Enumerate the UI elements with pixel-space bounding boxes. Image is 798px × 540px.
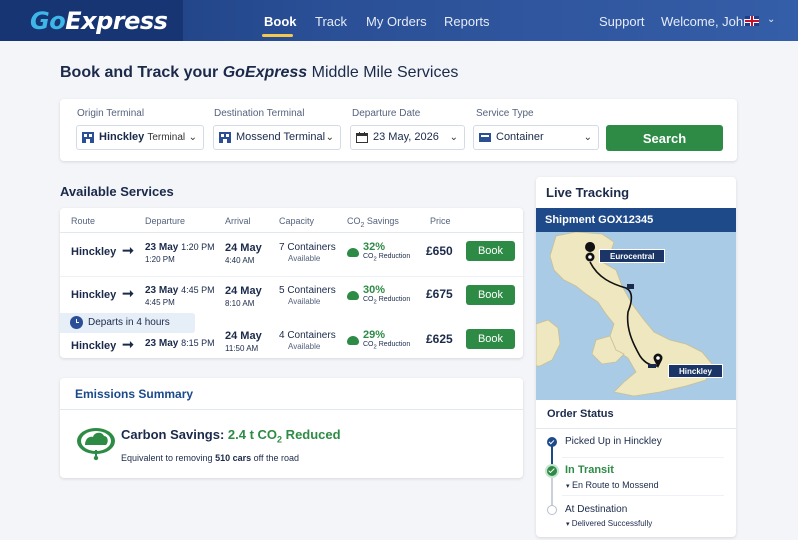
table-header: Route Departure Arrival Capacity CO2 Sav…	[60, 208, 523, 233]
building-icon	[82, 132, 94, 143]
map-label-destination: Hinckley	[668, 364, 723, 378]
row3-capacity: 4 Containers Available	[279, 330, 336, 351]
service-label: Service Type	[476, 108, 534, 119]
row2-departure: 23 May 4:45 PM 4:45 PM	[145, 285, 215, 307]
caret-down-icon: ▾	[566, 483, 570, 490]
row2-arrival: 24 May 8:10 AM	[225, 285, 262, 308]
col-co2-savings: CO2 Savings	[347, 216, 399, 229]
row1-co2: 32% CO2 Reduction	[347, 241, 410, 262]
arrow-right-icon: ➞	[118, 242, 134, 258]
order-status-title: Order Status	[547, 408, 614, 420]
col-departure: Departure	[145, 216, 186, 226]
brand-area: GoExpress	[0, 0, 183, 41]
col-capacity: Capacity	[279, 216, 315, 226]
user-menu-welcome[interactable]: Welcome, John	[661, 14, 750, 29]
row3-route: Hinckley ➞	[71, 336, 134, 352]
divider	[562, 457, 724, 458]
divider	[562, 495, 724, 496]
chevron-down-icon: ⌄	[583, 132, 592, 143]
row2-route: Hinckley ➞	[71, 285, 134, 301]
chevron-down-icon: ⌄	[449, 132, 458, 143]
departs-soon-badge: Departs in 4 hours	[60, 313, 195, 333]
carbon-savings-value: Carbon Savings: 2.4 t CO2 Reduced	[121, 427, 341, 445]
origin-label: Origin Terminal	[77, 108, 145, 119]
status-step-at-destination-detail: ▾ Delivered Successfully	[566, 519, 653, 528]
green-cloud-icon	[77, 428, 115, 461]
route-map[interactable]: Eurocentral Hinckley	[536, 232, 736, 400]
available-services-title: Available Services	[60, 184, 174, 199]
nav-active-indicator	[262, 34, 293, 37]
services-table: Route Departure Arrival Capacity CO2 Sav…	[60, 208, 523, 358]
col-arrival: Arrival	[225, 216, 251, 226]
row1-route: Hinckley ➞	[71, 242, 134, 258]
goexpress-logo[interactable]: GoExpress	[30, 7, 168, 35]
step-in-transit-icon	[547, 466, 557, 476]
row3-price: £625	[426, 332, 453, 346]
nav-support[interactable]: Support	[599, 14, 645, 29]
map-label-origin: Eurocentral	[599, 249, 666, 263]
clock-icon	[70, 316, 83, 329]
calendar-icon	[356, 132, 368, 143]
step-pending-icon	[547, 505, 557, 515]
shipment-id-bar: Shipment GOX12345	[536, 208, 736, 232]
page-title: Book and Track your GoExpress Middle Mil…	[60, 64, 459, 81]
row3-arrival: 24 May 11:50 AM	[225, 330, 262, 353]
row1-price: £650	[426, 244, 453, 258]
destination-label: Destination Terminal	[214, 108, 305, 119]
nav-track[interactable]: Track	[315, 14, 347, 29]
uk-flag-icon[interactable]	[745, 16, 759, 26]
col-route: Route	[71, 216, 96, 226]
status-step-at-destination: At Destination	[565, 504, 628, 515]
divider	[60, 409, 523, 410]
leaf-cloud-icon	[347, 291, 359, 300]
arrow-right-icon: ➞	[118, 336, 134, 352]
live-tracking-title: Live Tracking	[546, 185, 630, 200]
row1-arrival: 24 May 4:40 AM	[225, 242, 262, 265]
container-icon	[479, 133, 491, 142]
book-button-row1[interactable]: Book	[466, 241, 515, 261]
nav-reports[interactable]: Reports	[444, 14, 490, 29]
divider	[536, 428, 736, 429]
emissions-summary-title: Emissions Summary	[75, 387, 194, 401]
chevron-down-icon[interactable]: ⌄	[767, 14, 775, 25]
status-step-in-transit: In Transit	[565, 464, 614, 476]
service-type-select[interactable]: Container ⌄	[473, 125, 599, 150]
search-button[interactable]: Search	[606, 125, 723, 151]
date-label: Departure Date	[352, 108, 421, 119]
emissions-summary-card: Emissions Summary Carbon Savings: 2.4 t …	[60, 378, 523, 478]
row-divider	[60, 276, 523, 277]
col-price: Price	[430, 216, 451, 226]
status-step-in-transit-detail: ▾ En Route to Mossend	[566, 480, 659, 490]
row1-departure: 23 May 1:20 PM 1:20 PM	[145, 242, 215, 264]
row2-co2: 30% CO2 Reduction	[347, 284, 410, 305]
row2-price: £675	[426, 287, 453, 301]
row1-capacity: 7 Containers Available	[279, 242, 336, 263]
book-button-row2[interactable]: Book	[466, 285, 515, 305]
top-nav-bar: GoExpress Book Track My Orders Reports S…	[0, 0, 798, 41]
row2-capacity: 5 Containers Available	[279, 285, 336, 306]
row3-departure: 23 May 8:15 PM	[145, 338, 215, 349]
chevron-down-icon: ⌄	[188, 132, 197, 143]
row3-co2: 29% CO2 Reduction	[347, 329, 410, 350]
status-step-picked-up: Picked Up in Hinckley	[565, 436, 662, 447]
origin-terminal-select[interactable]: Hinckley Terminal ⌄	[76, 125, 204, 150]
caret-down-icon: ▾	[566, 521, 570, 528]
arrow-right-icon: ➞	[118, 285, 134, 301]
leaf-cloud-icon	[347, 336, 359, 345]
nav-my-orders[interactable]: My Orders	[366, 14, 427, 29]
step-complete-icon	[547, 437, 557, 447]
leaf-cloud-icon	[347, 248, 359, 257]
departure-date-picker[interactable]: 23 May, 2026 ⌄	[350, 125, 465, 150]
nav-book[interactable]: Book	[264, 14, 297, 29]
building-icon	[219, 132, 231, 143]
chevron-down-icon: ⌄	[325, 132, 334, 143]
book-button-row3[interactable]: Book	[466, 329, 515, 349]
search-panel: Origin Terminal Hinckley Terminal ⌄ Dest…	[60, 99, 737, 161]
live-tracking-card: Live Tracking Shipment GOX12345 Eurocent…	[536, 177, 736, 537]
destination-terminal-select[interactable]: Mossend Terminal ⌄	[213, 125, 341, 150]
carbon-equivalent-text: Equivalent to removing 510 cars off the …	[121, 453, 299, 463]
